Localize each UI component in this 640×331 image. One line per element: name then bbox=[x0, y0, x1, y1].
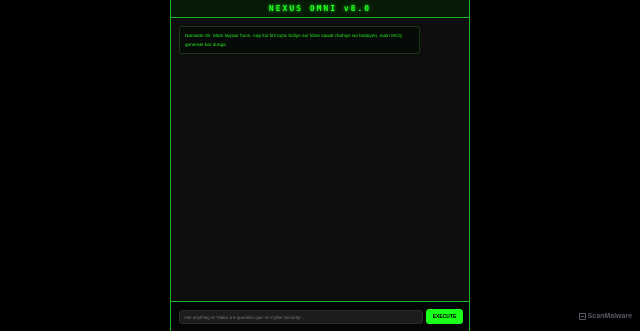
app-title: NEXUS OMNI v8.0 bbox=[268, 4, 372, 13]
input-bar: EXECUTE bbox=[171, 302, 469, 331]
bot-message: Namaste Sir. Main taiyaar hoon. Aap koi … bbox=[179, 26, 420, 54]
scanmalware-logo-icon bbox=[578, 313, 586, 320]
watermark-text: ScanMalware bbox=[587, 313, 632, 320]
execute-button[interactable]: EXECUTE bbox=[426, 309, 463, 324]
scanmalware-watermark: ScanMalware bbox=[578, 313, 632, 320]
chat-input[interactable] bbox=[179, 310, 423, 324]
chat-area: Namaste Sir. Main taiyaar hoon. Aap koi … bbox=[171, 18, 469, 302]
app-header: NEXUS OMNI v8.0 bbox=[171, 0, 469, 18]
chat-app-window: NEXUS OMNI v8.0 Namaste Sir. Main taiyaa… bbox=[170, 0, 470, 331]
